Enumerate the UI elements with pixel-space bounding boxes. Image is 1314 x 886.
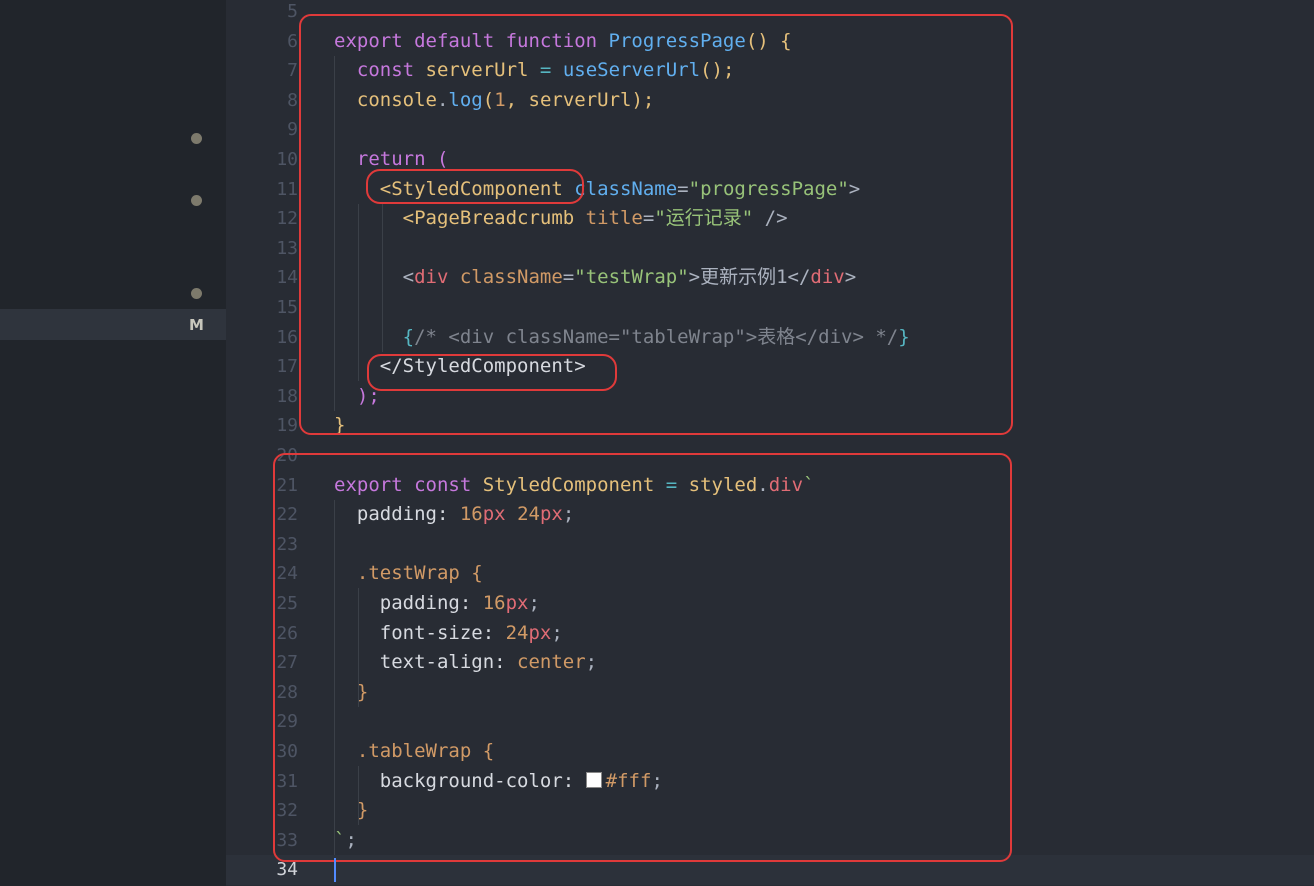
- line-number: 14: [276, 267, 298, 289]
- git-modified-badge: M: [189, 316, 204, 334]
- line-number: 5: [287, 1, 298, 22]
- line-number: 12: [276, 208, 298, 230]
- file-tree-sidebar: M: [0, 0, 226, 886]
- line-number: 15: [276, 297, 298, 318]
- line-number: 19: [276, 415, 298, 437]
- modified-dot-icon: [191, 195, 202, 206]
- line-number: 10: [276, 149, 298, 170]
- line-number: 18: [276, 385, 298, 407]
- line-number: 8: [287, 89, 298, 111]
- modified-dot-icon: [191, 288, 202, 299]
- line-number: 9: [287, 119, 298, 141]
- highlight-box-close-tag: [367, 354, 617, 391]
- line-number: 17: [276, 356, 298, 378]
- line-number: 16: [276, 326, 298, 348]
- modified-dot-icon: [191, 133, 202, 144]
- line-number: 11: [276, 178, 298, 200]
- line-number: 13: [276, 237, 298, 259]
- highlight-box-open-tag: [366, 169, 584, 204]
- line-number: 7: [287, 60, 298, 82]
- highlight-box-styled: [273, 453, 1012, 862]
- line-number: 6: [287, 30, 298, 52]
- text-cursor: [334, 858, 336, 882]
